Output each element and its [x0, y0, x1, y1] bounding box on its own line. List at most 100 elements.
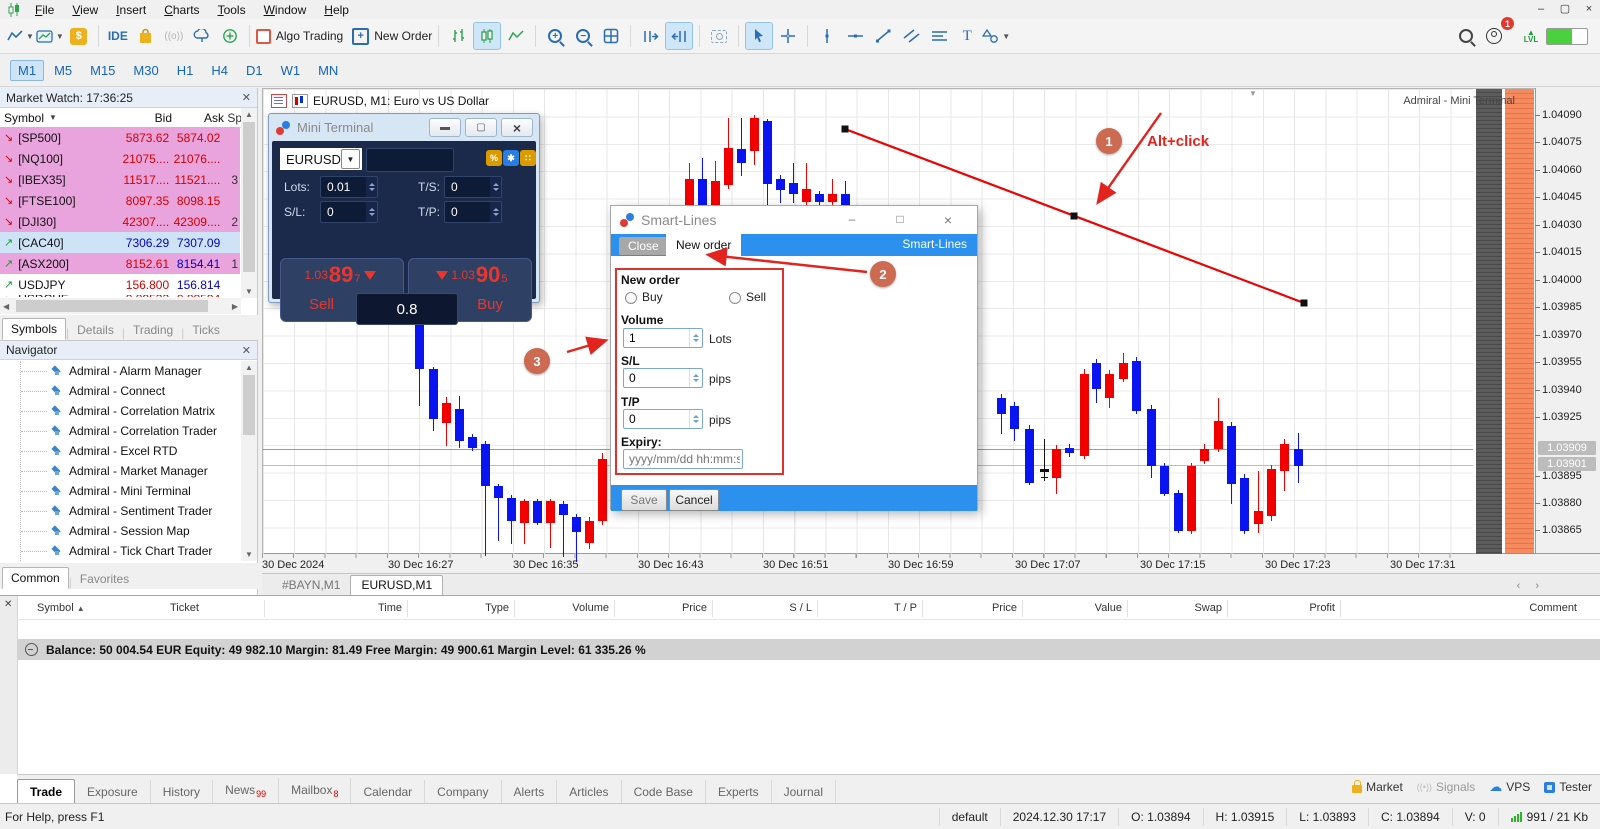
- market-watch-tab-symbols[interactable]: Symbols: [2, 318, 67, 340]
- mini-link-icon[interactable]: %: [486, 150, 502, 166]
- toolbox-tab-articles[interactable]: Articles: [557, 780, 622, 805]
- mini-terminal-dialog[interactable]: Mini Terminal ▬ ▢ × EURUSD ▼ % ✱ ∷ Lots:…: [268, 113, 540, 325]
- chart-tab[interactable]: #BAYN,M1: [272, 576, 350, 595]
- toolbox-tab-mailbox[interactable]: Mailbox8: [279, 777, 352, 805]
- algo-trading-button[interactable]: Algo Trading: [255, 23, 343, 49]
- navigator-item[interactable]: Admiral - Mini Terminal: [21, 481, 261, 501]
- chart-tab-scroll-icons[interactable]: ‹ ›: [1517, 580, 1545, 592]
- toolbox-column-comment[interactable]: Comment: [1529, 602, 1577, 614]
- mini-symbol-select[interactable]: EURUSD ▼: [280, 148, 362, 170]
- toolbox-tab-history[interactable]: History: [151, 780, 214, 805]
- timeframe-M30[interactable]: M30: [125, 60, 166, 81]
- navigator-item[interactable]: Admiral - Correlation Trader: [21, 421, 261, 441]
- toolbox-column-ticket[interactable]: Ticket: [170, 602, 199, 614]
- vps-cloud-icon[interactable]: [189, 23, 215, 49]
- smart-close-tab[interactable]: Close: [619, 237, 668, 255]
- market-watch-vscrollbar[interactable]: ▲ ▼: [241, 108, 257, 298]
- menu-insert[interactable]: Insert: [107, 1, 155, 19]
- mini-lots-input[interactable]: 0.01: [320, 176, 378, 198]
- bottom-link-signals[interactable]: ((•)) Signals: [1417, 780, 1476, 794]
- channel-tool-icon[interactable]: [898, 23, 924, 49]
- tile-windows-icon[interactable]: [598, 23, 624, 49]
- market-watch-tab-trading[interactable]: Trading: [125, 320, 181, 340]
- toolbox-column-type[interactable]: Type: [485, 602, 509, 614]
- mini-restore-button[interactable]: ▢: [465, 118, 497, 137]
- toolbox-tab-journal[interactable]: Journal: [772, 780, 836, 805]
- shift-chart-icon[interactable]: [665, 22, 694, 50]
- mini-close-button[interactable]: ×: [501, 118, 533, 137]
- market-watch-tab-details[interactable]: Details: [69, 320, 122, 340]
- navigator-item[interactable]: Admiral - Session Map: [21, 521, 261, 541]
- crosshair-tool-icon[interactable]: [775, 23, 801, 49]
- profiles-icon[interactable]: ▼: [36, 23, 64, 49]
- minimize-button[interactable]: –: [1534, 3, 1548, 15]
- ide-button[interactable]: IDE: [105, 23, 131, 49]
- cursor-tool-icon[interactable]: [745, 22, 774, 50]
- navigator-vscrollbar[interactable]: ▲ ▼: [241, 361, 257, 561]
- toolbox-column-swap[interactable]: Swap: [1194, 602, 1222, 614]
- vertical-line-tool-icon[interactable]: [814, 23, 840, 49]
- fibonacci-tool-icon[interactable]: [926, 23, 952, 49]
- timeframe-M15[interactable]: M15: [82, 60, 123, 81]
- menu-charts[interactable]: Charts: [155, 1, 208, 19]
- navigator-item[interactable]: Admiral - Market Manager: [21, 461, 261, 481]
- mini-grid-icon[interactable]: ∷: [520, 150, 536, 166]
- smart-lines-titlebar[interactable]: Smart-Lines – □ ×: [611, 206, 977, 234]
- toolbox-column-tp[interactable]: T / P: [894, 602, 917, 614]
- collapse-icon[interactable]: [25, 643, 38, 656]
- search-icon[interactable]: [1453, 23, 1479, 49]
- chart-tab[interactable]: EURUSD,M1: [350, 575, 444, 595]
- mini-ts-input[interactable]: 0: [444, 176, 502, 198]
- toolbox-tab-calendar[interactable]: Calendar: [351, 780, 426, 805]
- market-bag-icon[interactable]: [133, 23, 159, 49]
- market-watch-close-icon[interactable]: ✕: [242, 91, 251, 104]
- shift-end-icon[interactable]: [637, 23, 663, 49]
- zoom-out-icon[interactable]: −: [570, 23, 596, 49]
- market-watch-row[interactable]: ↘ [SP500] 5873.62 5874.02: [0, 127, 240, 148]
- horizontal-line-tool-icon[interactable]: [842, 23, 868, 49]
- cancel-button[interactable]: Cancel: [669, 489, 719, 511]
- balance-row[interactable]: Balance: 50 004.54 EUR Equity: 49 982.10…: [17, 639, 1600, 660]
- toolbox-tab-experts[interactable]: Experts: [706, 780, 772, 805]
- market-watch-row[interactable]: ↗ USDJPY 156.800 156.814: [0, 274, 240, 295]
- smart-close-button[interactable]: ×: [933, 212, 963, 228]
- toolbox-column-price[interactable]: Price: [682, 602, 707, 614]
- restore-button[interactable]: ▢: [1558, 2, 1572, 15]
- timeframe-H1[interactable]: H1: [169, 60, 202, 81]
- market-watch-row[interactable]: ↗ [CAC40] 7306.29 7307.09: [0, 232, 240, 253]
- timeframe-M5[interactable]: M5: [46, 60, 80, 81]
- navigator-item[interactable]: Admiral - Tick Chart Trader: [21, 541, 261, 561]
- zoom-in-icon[interactable]: +: [542, 23, 568, 49]
- toolbox-column-symbol[interactable]: Symbol ▲: [37, 602, 85, 614]
- toolbox-tab-company[interactable]: Company: [425, 780, 502, 805]
- screenshot-camera-icon[interactable]: [706, 23, 732, 49]
- close-button[interactable]: ×: [1582, 3, 1596, 15]
- toolbox-column-value[interactable]: Value: [1095, 602, 1122, 614]
- market-watch-tab-ticks[interactable]: Ticks: [184, 320, 228, 340]
- market-watch-row[interactable]: ↘ [FTSE100] 8097.35 8098.15: [0, 190, 240, 211]
- timeframe-W1[interactable]: W1: [273, 60, 309, 81]
- new-order-button[interactable]: + New Order: [352, 23, 432, 49]
- navigator-close-icon[interactable]: ✕: [242, 344, 251, 357]
- market-watch-hscrollbar[interactable]: ◀ ▶: [0, 298, 241, 314]
- timeframe-D1[interactable]: D1: [238, 60, 271, 81]
- toolbox-tab-exposure[interactable]: Exposure: [75, 780, 151, 805]
- navigator-tab-common[interactable]: Common: [2, 567, 69, 589]
- price-axis[interactable]: 1.04090 1.04075 1.04060 1.04045 1.04030 1.040…: [1535, 88, 1600, 553]
- market-watch-row[interactable]: ↘ [IBEX35] 11517.... 11521.... 3: [0, 169, 240, 190]
- smart-maximize-button[interactable]: □: [885, 212, 915, 228]
- mini-minimize-button[interactable]: ▬: [429, 118, 461, 137]
- smart-lines-dialog[interactable]: Smart-Lines – □ × Close New order Smart-…: [610, 205, 978, 511]
- chart-type-icon[interactable]: ▼: [7, 23, 34, 49]
- navigator-item[interactable]: Admiral - Excel RTD: [21, 441, 261, 461]
- dollar-icon[interactable]: $: [66, 23, 92, 49]
- toolbox-close-icon[interactable]: ✕: [4, 599, 12, 610]
- navigator-tab-favorites[interactable]: Favorites: [72, 569, 137, 589]
- market-watch-row[interactable]: ↘USDCHF 0.89533 0.89594: [0, 295, 240, 297]
- market-watch-row[interactable]: ↘ [DJI30] 42307.... 42309.... 2: [0, 211, 240, 232]
- timeframe-H4[interactable]: H4: [203, 60, 236, 81]
- navigator-item[interactable]: Admiral - Connect: [21, 381, 261, 401]
- menu-view[interactable]: View: [63, 1, 107, 19]
- toolbox-column-profit[interactable]: Profit: [1309, 602, 1335, 614]
- smart-minimize-button[interactable]: –: [837, 212, 867, 228]
